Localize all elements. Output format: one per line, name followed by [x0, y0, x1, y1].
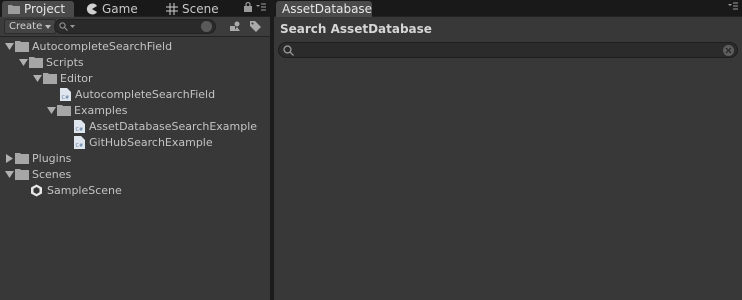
dropdown-arrow-icon [45, 24, 52, 29]
svg-text:C#: C# [76, 127, 84, 133]
tree-item-label: AssetDatabaseSearchExample [89, 119, 258, 133]
folder-icon [43, 72, 57, 84]
filter-by-label-button[interactable] [246, 19, 264, 34]
asset-tab-bar: AssetDatabase [274, 0, 742, 17]
folder-icon [8, 3, 20, 15]
tab-project-label: Project [24, 2, 66, 16]
folder-icon [15, 168, 29, 180]
folder-icon [15, 40, 29, 52]
tree-item[interactable]: C# AutocompleteSearchField [0, 86, 270, 102]
csharp-script-icon: C# [60, 87, 71, 101]
svg-text:C#: C# [76, 143, 84, 149]
asset-search-input[interactable] [297, 43, 723, 57]
panel-menu-icon[interactable] [728, 2, 738, 13]
tree-item[interactable]: Editor [0, 70, 270, 86]
tab-asset-database-label: AssetDatabase [282, 2, 373, 16]
tree-item-label: Scripts [46, 55, 84, 69]
grid-icon [166, 3, 178, 15]
create-button-label: Create [9, 21, 43, 32]
csharp-script-icon: C# [74, 135, 85, 149]
folder-icon [15, 152, 29, 164]
create-button[interactable]: Create [4, 19, 57, 34]
collapsed-arrow-icon[interactable] [4, 153, 15, 164]
project-panel: Project Game Scene Create AutocompleteSe… [0, 0, 270, 300]
expanded-arrow-icon[interactable] [32, 73, 43, 84]
asset-search-field[interactable] [278, 42, 738, 58]
project-search-input[interactable] [77, 21, 197, 32]
project-tab-controls [244, 1, 266, 15]
tree-item-label: AutocompleteSearchField [32, 39, 173, 53]
tree-item[interactable]: SampleScene [0, 182, 270, 198]
tree-item[interactable]: C# GitHubSearchExample [0, 134, 270, 150]
project-search-field[interactable] [54, 19, 216, 34]
tree-item[interactable]: Scenes [0, 166, 270, 182]
tree-item-label: GitHubSearchExample [89, 135, 213, 149]
tab-scene-label: Scene [182, 2, 219, 16]
lock-icon[interactable] [244, 1, 252, 15]
tree-item-label: Plugins [32, 151, 72, 165]
expanded-arrow-icon[interactable] [46, 105, 57, 116]
tree-item-label: SampleScene [47, 183, 122, 197]
tree-item[interactable]: Examples [0, 102, 270, 118]
tag-icon [249, 21, 261, 32]
tree-item-label: Examples [74, 103, 128, 117]
csharp-script-icon: C# [74, 119, 85, 133]
filter-type-icon [229, 21, 240, 31]
project-tree: AutocompleteSearchField Scripts Editor C… [0, 38, 270, 198]
tab-game-label: Game [102, 2, 138, 16]
expanded-arrow-icon[interactable] [4, 169, 15, 180]
search-icon [59, 22, 68, 31]
tree-item-label: Editor [60, 71, 93, 85]
expanded-arrow-icon[interactable] [4, 41, 15, 52]
tree-item[interactable]: Scripts [0, 54, 270, 70]
folder-icon [29, 56, 43, 68]
tab-asset-database[interactable]: AssetDatabase [276, 1, 372, 17]
tab-game[interactable]: Game [80, 1, 144, 17]
search-icon [283, 44, 294, 56]
tab-project[interactable]: Project [2, 1, 74, 17]
filter-by-type-button[interactable] [226, 19, 244, 34]
asset-database-panel: AssetDatabase Search AssetDatabase [274, 0, 742, 300]
asset-tab-controls [728, 2, 738, 13]
project-tab-bar: Project Game Scene [0, 0, 270, 17]
svg-text:C#: C# [62, 95, 70, 101]
tree-item-label: AutocompleteSearchField [75, 87, 216, 101]
page-title: Search AssetDatabase [280, 22, 432, 36]
expanded-arrow-icon[interactable] [18, 57, 29, 68]
pacman-icon [86, 3, 98, 15]
search-clear-icon[interactable] [201, 21, 212, 32]
search-dropdown-icon[interactable] [70, 25, 75, 28]
unity-scene-icon [30, 184, 43, 197]
tree-item[interactable]: AutocompleteSearchField [0, 38, 270, 54]
tab-scene[interactable]: Scene [160, 1, 225, 17]
tree-item-label: Scenes [32, 167, 72, 181]
tree-item[interactable]: Plugins [0, 150, 270, 166]
panel-menu-icon[interactable] [256, 3, 266, 14]
folder-icon [57, 104, 71, 116]
tree-item[interactable]: C# AssetDatabaseSearchExample [0, 118, 270, 134]
search-clear-icon[interactable] [723, 44, 734, 56]
project-toolbar: Create [0, 17, 270, 37]
